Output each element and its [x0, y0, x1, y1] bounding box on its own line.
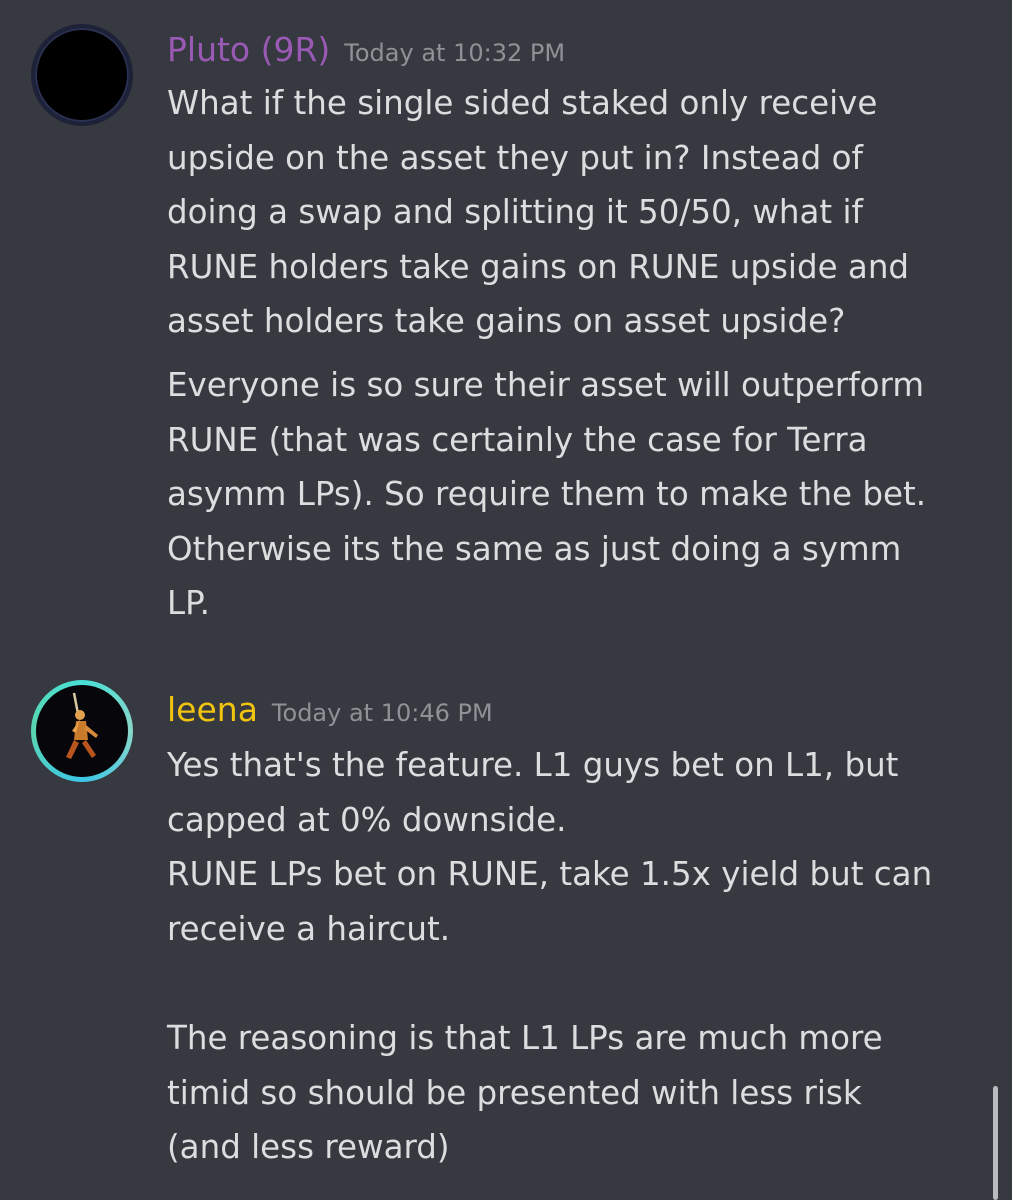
message-line: The reasoning is that L1 LPs are much mo…: [167, 1019, 883, 1057]
username-pluto[interactable]: Pluto (9R): [167, 30, 330, 69]
message-line: RUNE (that was certainly the case for Te…: [167, 420, 868, 459]
message-line: timid so should be presented with less r…: [167, 1073, 862, 1112]
message-content: Yes that's the feature. L1 guys bet on L…: [167, 738, 997, 956]
message-line: Everyone is so sure their asset will out…: [167, 366, 925, 404]
warrior-figure-icon: [66, 692, 98, 759]
message-line: RUNE holders take gains on RUNE upside a…: [167, 247, 910, 286]
message-line: asset holders take gains on asset upside…: [167, 302, 846, 340]
user-avatar-pluto[interactable]: [31, 24, 133, 126]
message-line: Yes that's the feature. L1 guys bet on L…: [167, 746, 899, 784]
message-content: Everyone is so sure their asset will out…: [167, 358, 997, 631]
message-content: What if the single sided staked only rec…: [167, 76, 997, 349]
message-line: doing a swap and splitting it 50/50, wha…: [167, 193, 863, 231]
message-header: Pluto (9R) Today at 10:32 PM: [167, 30, 565, 76]
message-content: The reasoning is that L1 LPs are much mo…: [167, 1011, 997, 1175]
message-header: leena Today at 10:46 PM: [167, 690, 493, 736]
message-line: asymm LPs). So require them to make the …: [167, 475, 927, 513]
user-avatar-leena[interactable]: [31, 680, 133, 782]
message-line: What if the single sided staked only rec…: [167, 84, 878, 122]
message-line: receive a haircut.: [167, 909, 451, 948]
message-timestamp: Today at 10:46 PM: [271, 699, 493, 727]
message-line: Otherwise its the same as just doing a s…: [167, 529, 902, 568]
message-line: upside on the asset they put in? Instead…: [167, 138, 863, 177]
message-timestamp: Today at 10:32 PM: [344, 39, 566, 67]
message-line: LP.: [167, 584, 210, 622]
message-line: (and less reward): [167, 1128, 450, 1166]
message-line: RUNE LPs bet on RUNE, take 1.5x yield bu…: [167, 855, 933, 893]
avatar-image: [36, 685, 128, 777]
scrollbar-thumb[interactable]: [993, 1086, 998, 1200]
message-line: capped at 0% downside.: [167, 800, 567, 839]
username-leena[interactable]: leena: [167, 690, 258, 729]
